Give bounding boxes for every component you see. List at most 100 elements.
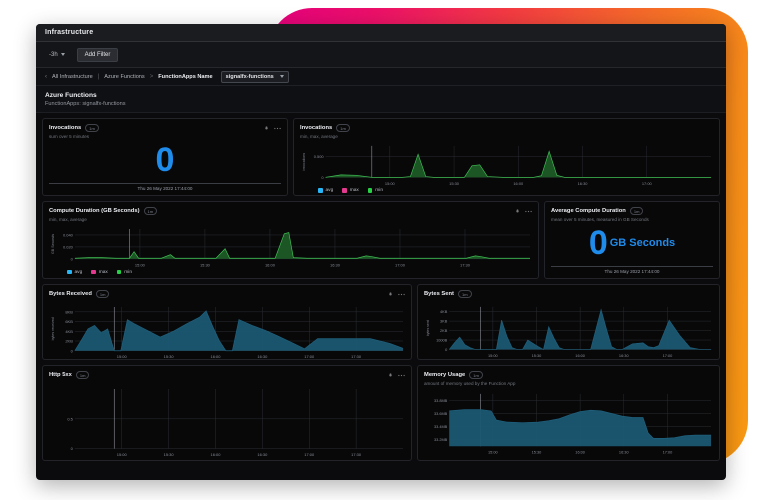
panel-header: Invocations 1m <box>300 124 713 133</box>
time-range-picker[interactable]: -3h <box>45 50 69 60</box>
page-header: Azure Functions FunctionApps: signalfx-f… <box>36 86 726 113</box>
x-axis-tick-label: 15:00 <box>488 449 498 454</box>
panel-resolution-badge: 1m <box>629 207 644 216</box>
panel-title: Http 5xx <box>49 372 72 379</box>
legend-item-min[interactable]: min <box>116 269 133 275</box>
x-axis-tick-label: 15:30 <box>164 354 175 359</box>
more-options-icon[interactable] <box>398 374 405 377</box>
bell-icon[interactable] <box>515 208 520 214</box>
y-axis-tick-label: 0.500 <box>314 154 325 159</box>
series-area-bytes received <box>74 311 404 351</box>
y-axis-tick-label: 4KB <box>65 329 73 334</box>
chart-compute-duration[interactable]: 0 0.020 0.040 15:00 15:30 16:00 16:30 17:00 17:3… <box>49 225 532 269</box>
more-options-icon[interactable] <box>274 127 281 130</box>
dashboard-row-4: Http 5xx 1m 0 0.5 15:00 15:30 16:00 16:30 17:0… <box>42 365 720 461</box>
legend-label-max: max <box>349 187 359 193</box>
panel-timestamp: Thu 26 May 2022 17:44:00 <box>49 182 281 191</box>
chart-http-5xx[interactable]: 0 0.5 15:00 15:30 16:00 16:30 17:00 17:30 <box>49 385 405 459</box>
panel-header: Invocations 1m <box>49 124 281 133</box>
y-axis-label: bytes received <box>51 318 55 341</box>
x-axis-tick-label: 15:30 <box>200 262 211 267</box>
y-axis-tick-label: 0 <box>445 347 447 352</box>
chart-invocations[interactable]: 0 0.500 15:00 15:30 16:00 16:30 17:00 invocatio… <box>300 142 713 187</box>
panel-invocations-chart: Invocations 1m min, max, average 0 0.500 1… <box>293 118 720 196</box>
x-axis-tick-label: 16:00 <box>265 262 276 267</box>
panel-header: Http 5xx 1m <box>49 371 405 380</box>
panel-header: Bytes Sent 1m <box>424 290 713 299</box>
panel-title: Invocations <box>300 125 333 132</box>
dashboard-grid: Invocations 1m sum over 5 minutes 0 Thu … <box>36 113 726 466</box>
panel-invocations-single: Invocations 1m sum over 5 minutes 0 Thu … <box>42 118 288 196</box>
x-axis-tick-label: 17:30 <box>351 452 362 457</box>
single-value-display: 0 <box>49 139 281 181</box>
legend-swatch-min <box>116 269 122 275</box>
more-options-icon[interactable] <box>525 210 532 213</box>
x-axis-tick-label: 16:00 <box>575 353 585 358</box>
legend-item-max[interactable]: max <box>342 188 359 193</box>
legend-item-avg[interactable]: avg <box>67 270 82 275</box>
x-axis-tick-label: 17:00 <box>663 449 673 454</box>
y-axis-tick-label: 1000B <box>436 338 448 343</box>
time-range-value: -3h <box>49 51 58 58</box>
functionapp-name-select[interactable]: signalfx-functions <box>220 70 289 83</box>
dashboard-row-2: Compute Duration (GB Seconds) 1m min, ma… <box>42 201 720 279</box>
y-axis-tick-label: 0.040 <box>63 232 74 237</box>
y-axis-tick-label: 33.4MB <box>434 424 448 429</box>
y-axis-label: GB Seconds <box>51 233 55 253</box>
chart-canvas: 33.2MB 33.4MB 33.6MB 33.8MB 15:00 15:30 16:00 1… <box>434 393 712 454</box>
panel-title: Bytes Sent <box>424 291 454 298</box>
panel-resolution-badge: 1m <box>143 207 158 216</box>
legend-item-avg[interactable]: avg <box>318 188 333 193</box>
panel-resolution-badge: 1m <box>85 124 99 133</box>
panel-resolution-badge: 1m <box>95 290 110 299</box>
bell-icon[interactable] <box>264 125 269 131</box>
x-axis-tick-label: 16:30 <box>619 449 629 454</box>
more-options-icon[interactable] <box>398 293 405 296</box>
chart-memory-usage[interactable]: 33.2MB 33.4MB 33.6MB 33.8MB 15:00 15:30 16:00 1… <box>424 390 713 456</box>
panel-http-5xx: Http 5xx 1m 0 0.5 15:00 15:30 16:00 16:30 17:0… <box>42 365 412 461</box>
legend-item-max[interactable]: max <box>91 270 108 275</box>
bell-icon[interactable] <box>388 291 393 297</box>
series-line-min <box>74 231 531 259</box>
x-axis-tick-label: 16:00 <box>513 180 524 185</box>
panel-header: Memory Usage 1m <box>424 371 713 380</box>
y-axis-tick-label: 6KB <box>65 319 73 324</box>
y-axis-tick-label: 2KB <box>440 328 448 333</box>
chart-canvas: 0 2KB 4KB 6KB 8KB 15:00 15:30 16:00 16:30 17:00 17… <box>51 307 404 359</box>
x-axis-tick-label: 16:30 <box>578 180 589 185</box>
app-window: Infrastructure -3h Add Filter ‹ All Infr… <box>36 24 726 480</box>
breadcrumb-dimension-label: FunctionApps Name <box>158 73 213 80</box>
y-axis-tick-label: 0.020 <box>63 244 74 249</box>
breadcrumb-root[interactable]: All Infrastructure <box>52 74 93 80</box>
panel-resolution-badge: 1m <box>469 371 483 380</box>
window-titlebar: Infrastructure <box>36 24 726 42</box>
y-axis-tick-label: 33.8MB <box>434 398 448 403</box>
chart-canvas: 0 0.500 15:00 15:30 16:00 16:30 17:00 invocatio… <box>302 145 712 185</box>
panel-header: Compute Duration (GB Seconds) 1m <box>49 207 532 216</box>
x-axis-tick-label: 16:00 <box>211 452 222 457</box>
x-axis-tick-label: 15:00 <box>488 353 498 358</box>
dashboard-row-1: Invocations 1m sum over 5 minutes 0 Thu … <box>42 118 720 196</box>
chart-bytes-received[interactable]: 0 2KB 4KB 6KB 8KB 15:00 15:30 16:00 16:30 17:00 17… <box>49 303 405 359</box>
legend-label-min: min <box>124 269 133 275</box>
panel-compute-duration: Compute Duration (GB Seconds) 1m min, ma… <box>42 201 539 279</box>
legend-label-avg: avg <box>325 187 334 193</box>
legend-item-min[interactable]: min <box>367 187 384 193</box>
chevron-left-icon[interactable]: ‹ <box>45 74 47 80</box>
bell-icon[interactable] <box>388 372 393 378</box>
avg-compute-duration-value: 0 <box>588 223 608 262</box>
chart-bytes-sent[interactable]: 0 1000B 2KB 3KB 4KB 15:00 15:30 16:00 16:30 17:00… <box>424 303 713 359</box>
add-filter-button[interactable]: Add Filter <box>76 47 119 62</box>
invocations-value: 0 <box>155 140 175 179</box>
page-subtitle: FunctionApps: signalfx-functions <box>45 101 126 107</box>
window-title: Infrastructure <box>45 29 94 36</box>
legend-swatch-min <box>367 188 373 193</box>
legend-label-min: min <box>375 187 384 193</box>
legend-swatch-avg <box>318 188 323 193</box>
panel-title: Average Compute Duration <box>551 208 626 215</box>
y-axis-tick-label: 8KB <box>65 310 73 315</box>
breadcrumb-section[interactable]: Azure Functions <box>104 74 144 80</box>
chart-canvas: 0 1000B 2KB 3KB 4KB 15:00 15:30 16:00 16:30 17:00… <box>426 307 712 358</box>
legend-swatch-max <box>91 269 96 275</box>
x-axis-tick-label: 16:00 <box>211 354 222 359</box>
